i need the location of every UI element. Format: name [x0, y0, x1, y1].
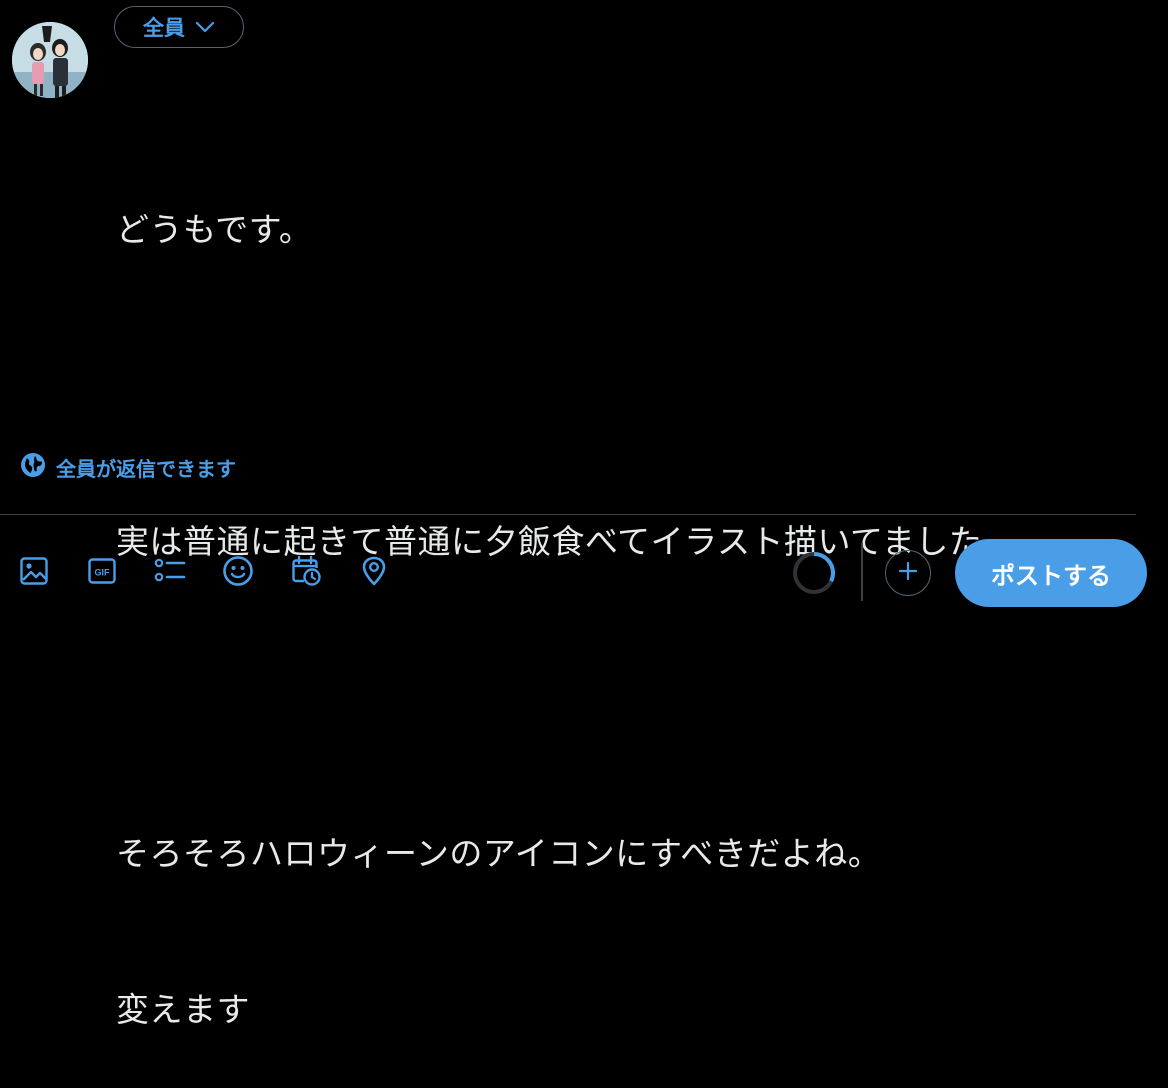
avatar-image [12, 22, 88, 98]
compose-line [116, 672, 1126, 724]
post-button[interactable]: ポストする [955, 539, 1147, 607]
add-emoji-button[interactable] [218, 550, 258, 596]
audience-label: 全員 [143, 16, 185, 40]
reply-setting-label: 全員が返信できます [56, 457, 236, 481]
audience-selector-button[interactable]: 全員 [114, 6, 244, 48]
add-post-button[interactable] [885, 550, 931, 596]
post-button-label: ポストする [991, 561, 1111, 590]
gif-icon: GIF [87, 556, 117, 590]
globe-icon [20, 452, 46, 483]
add-gif-button[interactable]: GIF [82, 550, 122, 596]
image-icon [19, 556, 49, 590]
compose-line: 変えます [116, 990, 250, 1029]
add-poll-button[interactable] [150, 550, 190, 596]
poll-icon [154, 556, 186, 590]
gif-icon-label: GIF [95, 568, 111, 578]
compose-toolbar: GIF [14, 550, 422, 596]
schedule-icon [290, 555, 322, 591]
plus-icon [897, 560, 919, 586]
toolbar-divider [861, 543, 863, 601]
compose-line: どうもです。 [116, 210, 313, 249]
location-icon [359, 555, 389, 591]
schedule-post-button[interactable] [286, 550, 326, 596]
add-location-button[interactable] [354, 550, 394, 596]
character-count-progress [793, 552, 835, 594]
emoji-icon [222, 555, 254, 591]
avatar[interactable] [12, 22, 88, 98]
divider [0, 514, 1136, 515]
chevron-down-icon [195, 21, 215, 33]
compose-line: そろそろハロウィーンのアイコンにすべきだよね。 [116, 834, 882, 873]
compose-line [116, 360, 1126, 412]
add-image-button[interactable] [14, 550, 54, 596]
reply-setting-button[interactable]: 全員が返信できます [20, 452, 236, 483]
